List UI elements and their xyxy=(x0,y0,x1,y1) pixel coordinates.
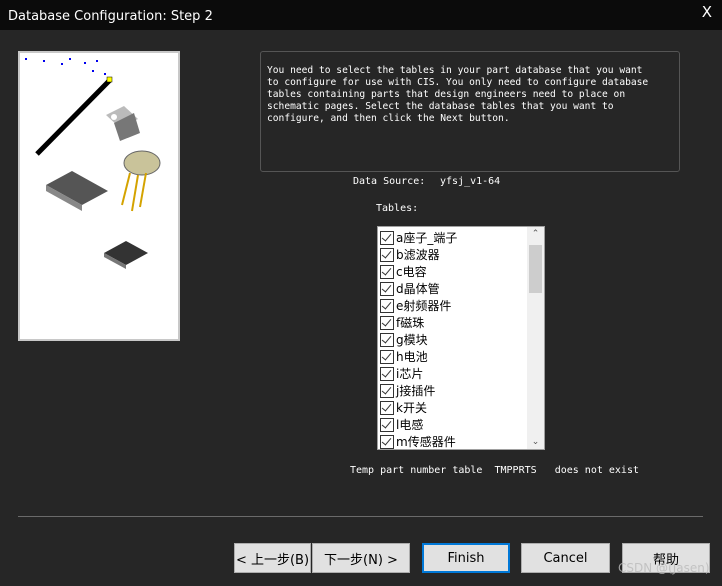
table-label: g模块 xyxy=(396,333,428,347)
table-list-item[interactable]: m传感器件 xyxy=(380,433,456,449)
table-list-item[interactable]: d晶体管 xyxy=(380,280,440,297)
wand-icon xyxy=(35,78,112,156)
table-list-item[interactable]: i芯片 xyxy=(380,365,423,382)
table-list-item[interactable]: j接插件 xyxy=(380,382,435,399)
table-list-item[interactable]: b滤波器 xyxy=(380,246,440,263)
scroll-up-icon[interactable]: ⌃ xyxy=(527,229,544,239)
table-label: c电容 xyxy=(396,265,427,279)
status-text: Temp part number table TMPPRTS does not … xyxy=(350,465,639,476)
divider xyxy=(18,516,703,517)
checkbox[interactable] xyxy=(380,281,394,296)
table-list-item[interactable]: h电池 xyxy=(380,348,428,365)
dip-chip-icon xyxy=(46,171,108,211)
data-source-value: yfsj_v1-64 xyxy=(440,176,501,187)
regulator-chip-icon xyxy=(106,106,140,141)
checkbox[interactable] xyxy=(380,366,394,381)
checkbox[interactable] xyxy=(380,400,394,415)
smd-chip-icon xyxy=(104,241,148,269)
checkbox[interactable] xyxy=(380,247,394,262)
instructions-text: You need to select the tables in your pa… xyxy=(260,51,680,172)
table-list-item[interactable]: k开关 xyxy=(380,399,427,416)
checkbox[interactable] xyxy=(380,383,394,398)
table-label: i芯片 xyxy=(396,367,424,381)
back-button[interactable]: < 上一步(B) xyxy=(234,543,311,573)
checkbox[interactable] xyxy=(380,332,394,347)
close-button[interactable]: X xyxy=(702,3,712,21)
table-list-item[interactable]: c电容 xyxy=(380,263,427,280)
data-source-label: Data Source: xyxy=(353,176,426,187)
table-label: l电感 xyxy=(396,418,424,432)
window-title: Database Configuration: Step 2 xyxy=(8,9,213,24)
table-label: d晶体管 xyxy=(396,282,440,296)
checkbox[interactable] xyxy=(380,298,394,313)
table-label: j接插件 xyxy=(396,384,436,398)
title-bar: Database Configuration: Step 2 X xyxy=(0,0,722,30)
table-label: k开关 xyxy=(396,401,427,415)
table-list-item[interactable]: l电感 xyxy=(380,416,423,433)
next-button[interactable]: 下一步(N) > xyxy=(312,543,410,573)
tables-list[interactable]: ⌃ ⌄ a座子_端子 b滤波器 c电容 d晶体管 e射频器件 f磁珠 g模块 h电池 i芯片 j接… xyxy=(377,226,545,450)
table-label: e射频器件 xyxy=(396,299,452,313)
checkbox[interactable] xyxy=(380,264,394,279)
watermark: CSDN @(Jasen) xyxy=(618,561,710,575)
checkbox[interactable] xyxy=(380,349,394,364)
checkbox[interactable] xyxy=(380,230,394,245)
tables-label: Tables: xyxy=(376,203,419,214)
checkbox[interactable] xyxy=(380,434,394,449)
wizard-illustration xyxy=(18,51,180,341)
table-label: a座子_端子 xyxy=(396,231,458,245)
scrollbar[interactable]: ⌃ ⌄ xyxy=(527,227,544,449)
cancel-button[interactable]: Cancel xyxy=(521,543,610,573)
checkbox[interactable] xyxy=(380,417,394,432)
sparkle-icon xyxy=(25,58,106,75)
table-label: b滤波器 xyxy=(396,248,440,262)
transistor-icon xyxy=(121,150,161,212)
scroll-down-icon[interactable]: ⌄ xyxy=(527,437,544,447)
checkbox[interactable] xyxy=(380,315,394,330)
table-label: f磁珠 xyxy=(396,316,425,330)
table-label: m传感器件 xyxy=(396,435,456,449)
table-list-item[interactable]: g模块 xyxy=(380,331,428,348)
table-label: h电池 xyxy=(396,350,428,364)
table-list-item[interactable]: f磁珠 xyxy=(380,314,424,331)
table-list-item[interactable]: e射频器件 xyxy=(380,297,451,314)
table-list-item[interactable]: a座子_端子 xyxy=(380,229,457,246)
finish-button[interactable]: Finish xyxy=(422,543,510,573)
scrollbar-thumb[interactable] xyxy=(529,245,542,293)
